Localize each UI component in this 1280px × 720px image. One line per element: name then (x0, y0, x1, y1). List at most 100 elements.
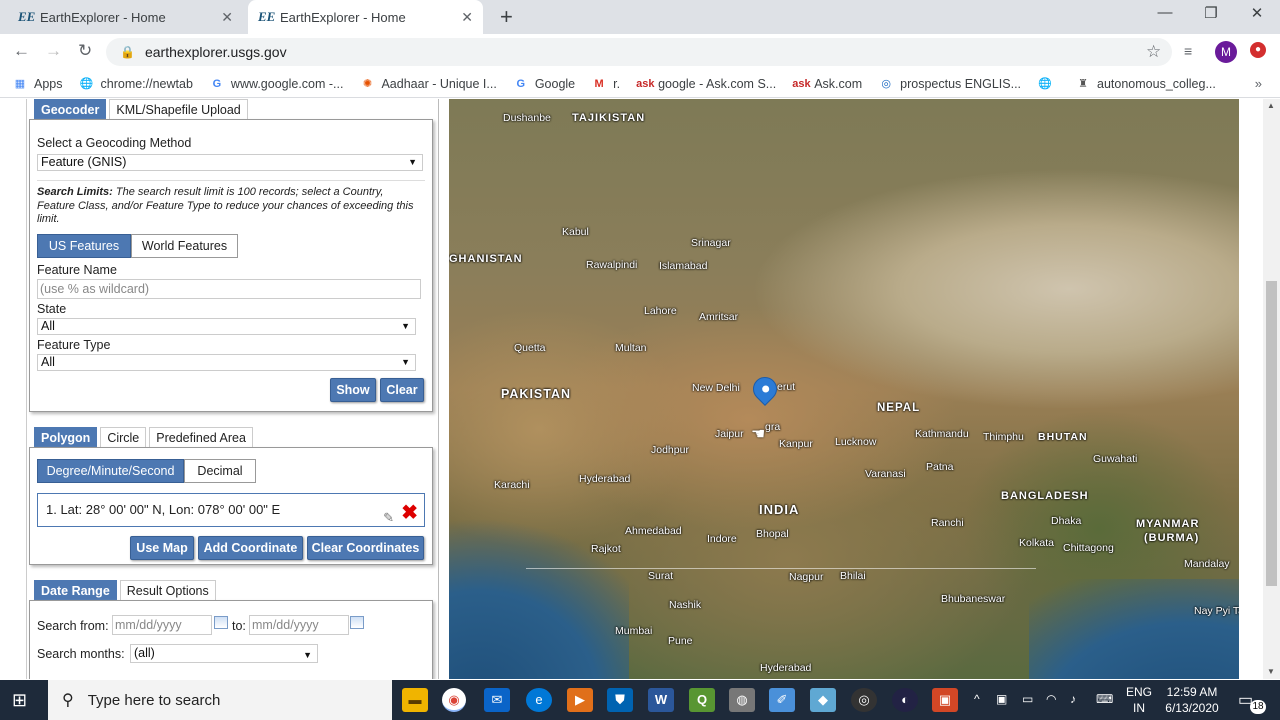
app-tool-icon[interactable]: ✐ (769, 688, 795, 712)
battery-icon[interactable]: ▭ (1022, 692, 1033, 706)
clear-coordinates-button[interactable]: Clear Coordinates (307, 536, 424, 560)
bookmark-google[interactable]: G Google (513, 76, 576, 92)
media-player-icon[interactable]: ▶ (567, 688, 593, 712)
coordinate-row[interactable]: 1. Lat: 28° 00' 00" N, Lon: 078° 00' 00"… (37, 493, 425, 527)
feature-type-value: All (41, 355, 55, 369)
tab-polygon[interactable]: Polygon (34, 427, 98, 448)
bookmark-newtab[interactable]: 🌐 chrome://newtab (79, 76, 193, 92)
bookmark-gmail[interactable]: M r. (591, 76, 621, 92)
add-coordinate-button[interactable]: Add Coordinate (198, 536, 303, 560)
search-months-select[interactable]: (all) ▼ (130, 644, 318, 663)
browser-tab-2-active[interactable]: EE EarthExplorer - Home ✕ (248, 0, 483, 34)
tab-result-options[interactable]: Result Options (119, 580, 216, 601)
world-features-toggle[interactable]: World Features (131, 234, 238, 258)
clear-button[interactable]: Clear (380, 378, 424, 402)
scrollbar-thumb[interactable] (1266, 281, 1277, 586)
scroll-down-arrow-icon[interactable]: ▼ (1267, 667, 1275, 676)
app-earth-icon[interactable]: ◐ (892, 688, 918, 712)
calendar-icon[interactable] (214, 616, 228, 629)
map-label-new-delhi: New Delhi (692, 382, 740, 394)
wifi-icon[interactable]: ◠ (1046, 692, 1056, 706)
reading-list-icon[interactable]: ≡ (1184, 43, 1192, 59)
extension-icon[interactable]: ● (1250, 42, 1266, 58)
map-label-surat: Surat (648, 570, 674, 582)
keyboard-icon[interactable]: ⌨ (1096, 692, 1113, 706)
bookmarks-bar: ▦ Apps 🌐 chrome://newtab G www.google.co… (0, 70, 1280, 98)
address-bar[interactable]: 🔒 earthexplorer.usgs.gov (106, 38, 1172, 66)
feature-type-select[interactable]: All ▼ (37, 354, 416, 371)
map-label-bangladesh: BANGLADESH (1001, 490, 1089, 502)
edge-icon[interactable]: e (526, 688, 552, 712)
use-map-button[interactable]: Use Map (130, 536, 194, 560)
map-label-kabul: Kabul (562, 226, 589, 238)
search-from-input[interactable]: mm/dd/yyyy (112, 615, 212, 635)
input-language[interactable]: ENG IN (1124, 684, 1154, 716)
close-tab-icon[interactable]: ✕ (461, 9, 473, 26)
map-label-kolkata: Kolkata (1019, 537, 1055, 549)
bookmark-label: r. (613, 76, 621, 91)
close-window-button[interactable]: ✕ (1234, 4, 1280, 22)
bookmark-college[interactable]: ♜ autonomous_colleg... (1075, 76, 1216, 92)
file-explorer-icon[interactable]: ▬ (402, 688, 428, 712)
tab-circle[interactable]: Circle (100, 427, 147, 448)
edit-icon[interactable]: ✎ (383, 502, 394, 534)
close-tab-icon[interactable]: ✕ (221, 9, 233, 26)
bookmark-prospectus[interactable]: ◎ prospectus ENGLIS... (878, 76, 1021, 92)
forward-arrow-icon[interactable]: → (45, 41, 62, 61)
minimize-window-button[interactable]: — (1142, 4, 1188, 21)
search-limits-title: Search Limits: (37, 186, 113, 198)
page-scrollbar[interactable]: ▲ ▼ (1263, 99, 1280, 679)
windows-start-icon[interactable]: ⊞ (12, 690, 27, 711)
bookmark-globe[interactable]: 🌐 (1037, 76, 1059, 92)
bookmark-label: Ask.com (814, 76, 863, 91)
map-label-jaipur: Jaipur (715, 428, 744, 440)
tray-expand-icon[interactable]: ^ (974, 692, 980, 706)
bookmark-google-search[interactable]: G www.google.com -... (209, 76, 344, 92)
back-arrow-icon[interactable]: ← (13, 41, 30, 61)
taskbar-search-box[interactable]: ⚲ Type here to search (48, 680, 392, 720)
tab-predefined-area[interactable]: Predefined Area (149, 427, 253, 448)
profile-avatar[interactable]: M (1215, 41, 1237, 63)
feature-type-label: Feature Type (37, 338, 111, 352)
decimal-format-toggle[interactable]: Decimal (184, 459, 256, 483)
calendar-icon[interactable] (350, 616, 364, 629)
store-icon[interactable]: ⛊ (607, 688, 633, 712)
map-label-hyderabad-pk: Hyderabad (579, 473, 631, 485)
bookmark-ask-search[interactable]: ask google - Ask.com S... (636, 76, 776, 92)
show-button[interactable]: Show (330, 378, 376, 402)
app-globe-icon[interactable]: ◍ (729, 688, 755, 712)
browser-tab-1[interactable]: EE EarthExplorer - Home ✕ (8, 0, 243, 34)
state-select[interactable]: All ▼ (37, 318, 416, 335)
bookmark-apps[interactable]: ▦ Apps (12, 76, 63, 92)
bookmark-ask[interactable]: ask Ask.com (792, 76, 862, 92)
word-icon[interactable]: W (648, 688, 674, 712)
satellite-map[interactable]: Dushanbe TAJIKISTAN Kabul GHANISTAN Srin… (449, 99, 1239, 679)
system-clock[interactable]: 12:59 AM 6/13/2020 (1158, 684, 1226, 716)
tab-geocoder[interactable]: Geocoder (34, 99, 107, 120)
search-to-input[interactable]: mm/dd/yyyy (249, 615, 349, 635)
coordinate-marker-icon[interactable] (748, 372, 782, 406)
tray-app-icon[interactable]: ▣ (996, 692, 1007, 706)
scroll-up-arrow-icon[interactable]: ▲ (1267, 101, 1275, 110)
restore-window-button[interactable]: ❐ (1188, 4, 1234, 22)
bookmark-aadhaar[interactable]: ✺ Aadhaar - Unique I... (359, 76, 497, 92)
dms-format-toggle[interactable]: Degree/Minute/Second (37, 459, 184, 483)
delete-icon[interactable]: ✖ (401, 497, 418, 529)
feature-name-input[interactable]: (use % as wildcard) (37, 279, 421, 299)
browser-toolbar: ← → ↻ 🔒 earthexplorer.usgs.gov ☆ ≡ M ● (0, 34, 1280, 70)
geocoding-method-select[interactable]: Feature (GNIS) ▼ (37, 154, 423, 171)
powerpoint-icon[interactable]: ▣ (932, 688, 958, 712)
bookmarks-overflow-icon[interactable]: » (1255, 76, 1262, 91)
app-3d-icon[interactable]: ◆ (810, 688, 836, 712)
bookmark-star-icon[interactable]: ☆ (1146, 42, 1161, 62)
reload-icon[interactable]: ↻ (78, 41, 92, 61)
tab-date-range[interactable]: Date Range (34, 580, 117, 601)
us-features-toggle[interactable]: US Features (37, 234, 131, 258)
app-circle-icon[interactable]: ◎ (851, 688, 877, 712)
mail-icon[interactable]: ✉ (484, 688, 510, 712)
qgis-icon[interactable]: Q (689, 688, 715, 712)
chrome-icon[interactable]: ◉ (442, 688, 466, 712)
tab-kml-shapefile-upload[interactable]: KML/Shapefile Upload (109, 99, 248, 120)
volume-icon[interactable]: ♪ (1070, 692, 1076, 706)
new-tab-button[interactable]: + (500, 4, 513, 30)
